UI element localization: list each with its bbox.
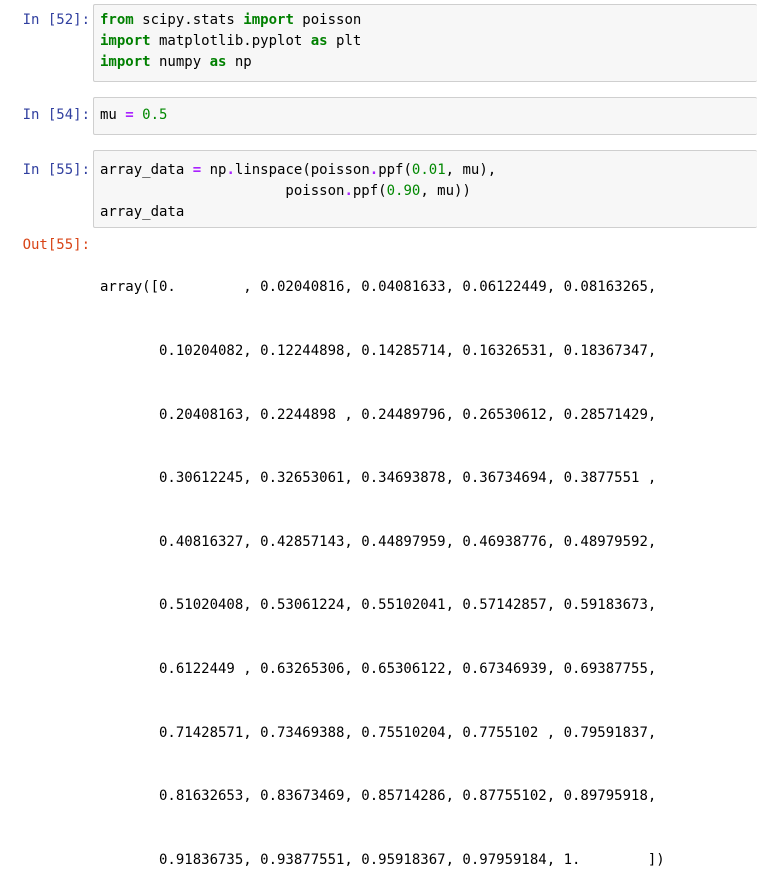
output-line: 0.10204082, 0.12244898, 0.14285714, 0.16…: [100, 343, 657, 360]
code-token: linspace(poisson: [234, 162, 370, 178]
code-token: =: [125, 107, 134, 123]
code-token: mu: [100, 107, 126, 123]
code-token: 0.01: [411, 162, 446, 178]
output-line: 0.6122449 , 0.63265306, 0.65306122, 0.67…: [100, 661, 657, 678]
code-token: ppf(: [352, 183, 387, 199]
code-token: import: [100, 33, 151, 49]
code-token: numpy: [150, 54, 210, 70]
code-token: poisson: [293, 12, 362, 28]
code-token: 0.90: [386, 183, 421, 199]
output-line: array([0. , 0.02040816, 0.04081633, 0.06…: [100, 279, 657, 296]
output-line: 0.71428571, 0.73469388, 0.75510204, 0.77…: [100, 724, 657, 741]
code-token: np: [201, 162, 227, 178]
code-cell[interactable]: [93, 97, 757, 135]
code-line: import numpy as np: [100, 52, 361, 73]
code-line: mu = 0.5: [100, 105, 167, 126]
cell-prompt: In [54]:: [22, 107, 90, 123]
output-line: 0.81632653, 0.83673469, 0.85714286, 0.87…: [100, 788, 657, 805]
output-line: 0.51020408, 0.53061224, 0.55102041, 0.57…: [100, 597, 657, 614]
code-token: .: [369, 162, 379, 178]
code-token: import: [243, 12, 294, 28]
code-line: array_data = np.linspace(poisson.ppf(0.0…: [100, 160, 496, 181]
output-line: 0.40816327, 0.42857143, 0.44897959, 0.46…: [100, 533, 657, 550]
code-token: np: [226, 54, 252, 70]
output-line: 0.30612245, 0.32653061, 0.34693878, 0.36…: [100, 470, 657, 487]
code-line: poisson.ppf(0.90, mu)): [100, 181, 496, 202]
code-token: 0.5: [142, 107, 168, 123]
code-input[interactable]: mu = 0.5: [100, 105, 167, 126]
code-line: import matplotlib.pyplot as plt: [100, 31, 361, 52]
code-token: .: [344, 183, 353, 199]
code-token: poisson: [100, 183, 345, 199]
code-token: =: [192, 162, 202, 178]
output-line: 0.91836735, 0.93877551, 0.95918367, 0.97…: [100, 851, 665, 868]
code-token: plt: [327, 33, 362, 49]
code-token: as: [209, 54, 227, 70]
code-token: array_data: [100, 162, 193, 178]
code-token: array_data: [100, 204, 185, 220]
code-line: from scipy.stats import poisson: [100, 10, 361, 31]
output-line: 0.20408163, 0.2244898 , 0.24489796, 0.26…: [100, 406, 657, 423]
code-input[interactable]: array_data = np.linspace(poisson.ppf(0.0…: [100, 160, 496, 223]
output-prompt: Out[55]:: [22, 237, 90, 253]
code-token: import: [100, 54, 151, 70]
code-token: .: [226, 162, 235, 178]
cell-prompt: In [52]:: [22, 12, 90, 28]
code-token: matplotlib.pyplot: [150, 33, 311, 49]
code-token: ppf(: [378, 162, 412, 178]
code-token: from: [100, 12, 134, 28]
cell-output: array([0. , 0.02040816, 0.04081633, 0.06…: [100, 235, 665, 892]
code-line: array_data: [100, 202, 496, 223]
code-token: scipy.stats: [133, 12, 244, 28]
code-token: , mu),: [445, 162, 497, 178]
code-input[interactable]: from scipy.stats import poisson import ma…: [100, 10, 361, 73]
code-token: as: [310, 33, 328, 49]
code-token: , mu)): [420, 183, 471, 199]
cell-prompt: In [55]:: [22, 162, 90, 178]
